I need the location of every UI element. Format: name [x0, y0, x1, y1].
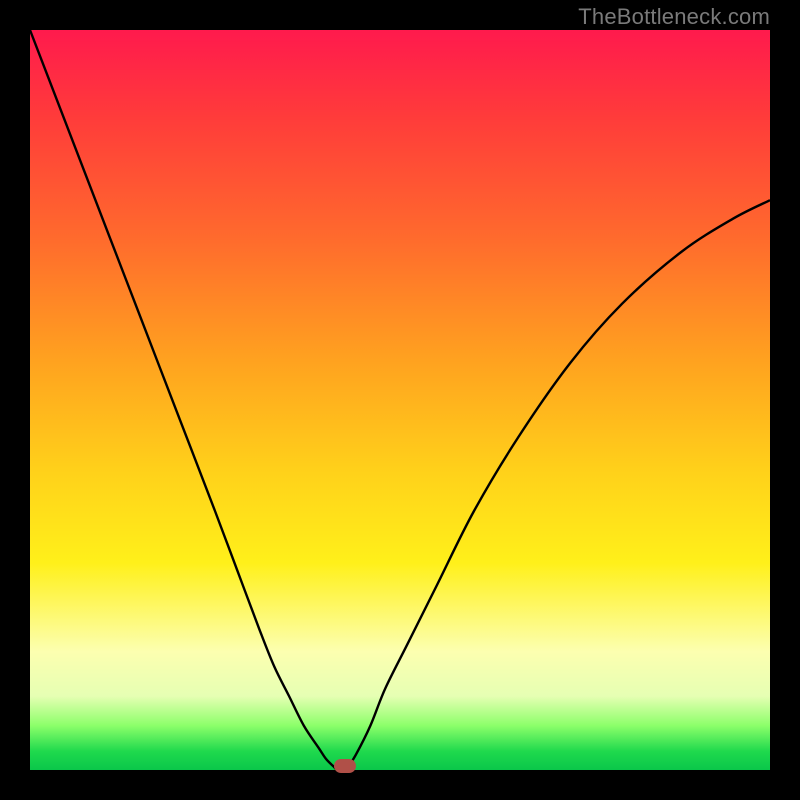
bottleneck-curve-path: [30, 30, 770, 770]
plot-area: [30, 30, 770, 770]
curve-svg: [30, 30, 770, 770]
optimal-marker: [334, 759, 356, 773]
watermark-text: TheBottleneck.com: [578, 4, 770, 30]
chart-frame: TheBottleneck.com: [0, 0, 800, 800]
